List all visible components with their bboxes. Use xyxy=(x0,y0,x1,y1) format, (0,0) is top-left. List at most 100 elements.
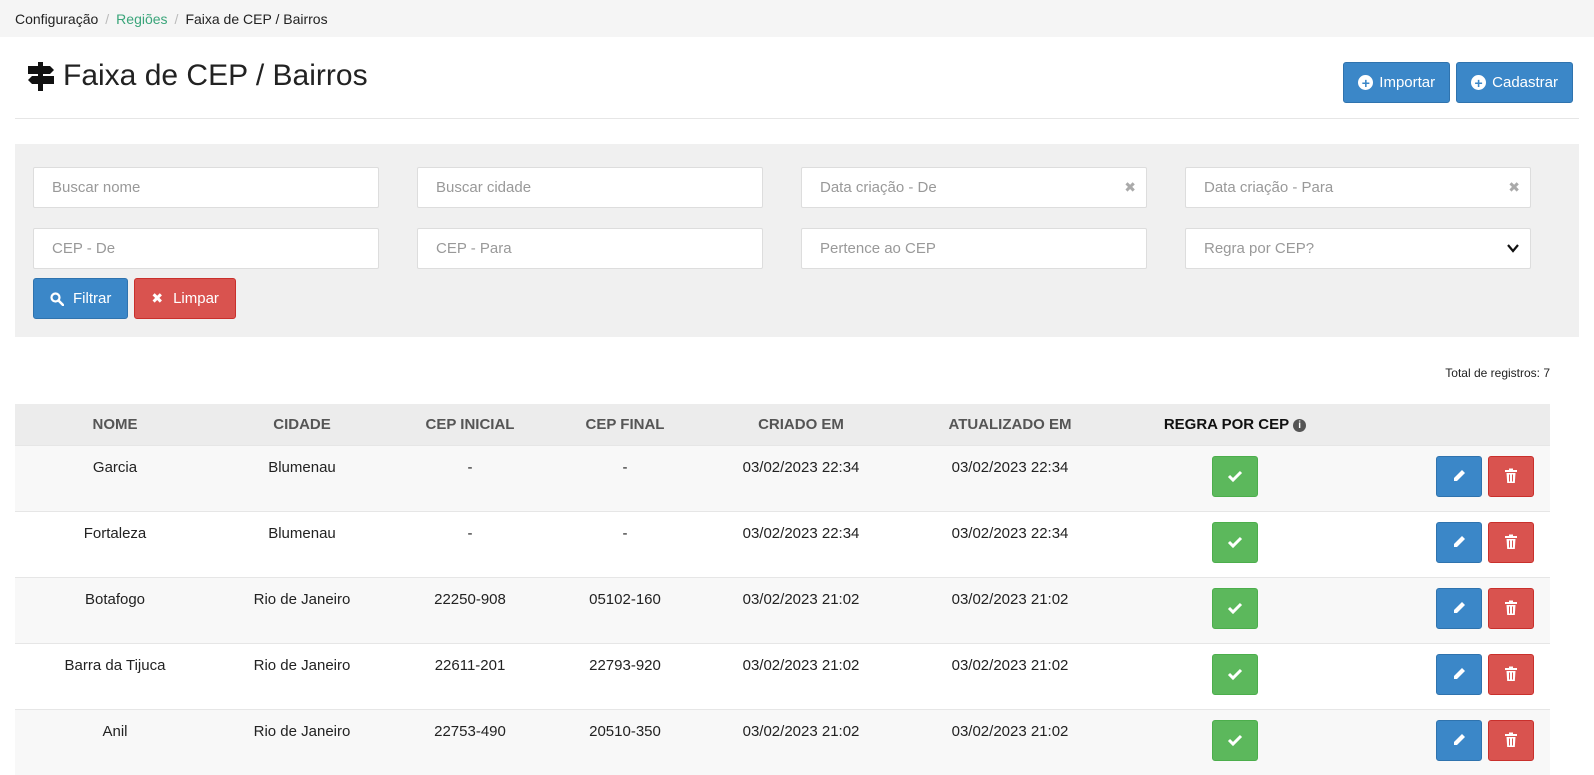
cep-from-placeholder: CEP - De xyxy=(52,240,116,257)
cell-regra xyxy=(1117,643,1353,709)
cell-cep-final: 22793-920 xyxy=(589,656,661,674)
cep-from-input[interactable]: CEP - De xyxy=(33,228,379,269)
column-header-regra-label: REGRA POR CEP xyxy=(1163,415,1290,433)
signpost-icon xyxy=(28,62,54,91)
rule-toggle-button[interactable] xyxy=(1212,587,1258,629)
plus-circle-icon: + xyxy=(1471,75,1487,90)
delete-button[interactable] xyxy=(1488,719,1534,761)
search-icon xyxy=(50,291,64,306)
date-to-input[interactable]: Data criação - Para ✖ xyxy=(1185,167,1531,208)
edit-button[interactable] xyxy=(1436,587,1482,629)
date-to-placeholder: Data criação - Para xyxy=(1204,179,1334,196)
cell-actions xyxy=(1353,577,1550,643)
column-header-cidade[interactable]: CIDADE xyxy=(215,404,389,445)
trash-icon xyxy=(1505,468,1517,483)
breadcrumb-separator: / xyxy=(105,10,110,27)
cep-to-placeholder: CEP - Para xyxy=(436,240,512,257)
pencil-icon xyxy=(1454,470,1465,481)
delete-button[interactable] xyxy=(1488,587,1534,629)
clear-button[interactable]: ✖ Limpar xyxy=(134,278,236,319)
trash-icon xyxy=(1505,600,1517,615)
import-button-label: Importar xyxy=(1379,74,1436,91)
column-header-cep-inicial[interactable]: CEP INICIAL xyxy=(389,404,551,445)
cell-nome: Garcia xyxy=(92,458,138,476)
column-header-nome[interactable]: NOME xyxy=(15,404,215,445)
belongs-cep-placeholder: Pertence ao CEP xyxy=(820,240,936,257)
total-records: Total de registros: 7 xyxy=(1445,366,1550,380)
filter-button-label: Filtrar xyxy=(73,290,112,307)
cep-to-input[interactable]: CEP - Para xyxy=(417,228,763,269)
cell-cep-inicial: 22250-908 xyxy=(434,590,506,608)
trash-icon xyxy=(1505,732,1517,747)
cell-cep-final: 05102-160 xyxy=(589,590,661,608)
column-header-actions xyxy=(1353,404,1550,445)
chevron-down-icon xyxy=(1507,244,1519,253)
breadcrumb-item-configuracao[interactable]: Configuração xyxy=(15,11,98,27)
search-name-input[interactable]: Buscar nome xyxy=(33,167,379,208)
rule-per-cep-select[interactable]: Regra por CEP? xyxy=(1185,228,1531,269)
edit-button[interactable] xyxy=(1436,653,1482,695)
page-title: Faixa de CEP / Bairros xyxy=(27,59,368,93)
filter-button[interactable]: Filtrar xyxy=(33,278,129,319)
filter-panel: Buscar nome Buscar cidade Data criação -… xyxy=(15,144,1579,337)
clear-button-label: Limpar xyxy=(173,290,219,307)
cell-criado-em: 03/02/2023 21:02 xyxy=(742,590,860,608)
breadcrumb: Configuração / Regiões / Faixa de CEP / … xyxy=(0,0,1594,37)
column-header-regra-por-cep: REGRA POR CEP i xyxy=(1117,404,1353,445)
records-table: NOME CIDADE CEP INICIAL CEP FINAL CRIADO… xyxy=(15,404,1550,775)
edit-button[interactable] xyxy=(1436,719,1482,761)
breadcrumb-separator: / xyxy=(174,10,179,27)
cell-actions xyxy=(1353,643,1550,709)
create-button-label: Cadastrar xyxy=(1492,74,1558,91)
cell-nome: Botafogo xyxy=(84,590,146,608)
search-name-placeholder: Buscar nome xyxy=(52,179,141,196)
cell-criado-em: 03/02/2023 22:34 xyxy=(742,458,860,476)
breadcrumb-item-regioes[interactable]: Regiões xyxy=(116,11,167,27)
rule-toggle-button[interactable] xyxy=(1212,455,1258,497)
cell-atualizado-em: 03/02/2023 21:02 xyxy=(951,722,1069,740)
breadcrumb-current: Faixa de CEP / Bairros xyxy=(185,10,328,27)
search-city-input[interactable]: Buscar cidade xyxy=(417,167,763,208)
cell-criado-em: 03/02/2023 21:02 xyxy=(742,656,860,674)
rule-per-cep-selected: Regra por CEP? xyxy=(1204,240,1315,257)
column-header-atualizado-em[interactable]: ATUALIZADO EM xyxy=(903,404,1117,445)
close-icon: ✖ xyxy=(151,290,164,306)
delete-button[interactable] xyxy=(1488,653,1534,695)
clear-date-from-icon[interactable]: ✖ xyxy=(1124,179,1136,196)
clear-date-to-icon[interactable]: ✖ xyxy=(1508,179,1520,196)
check-icon xyxy=(1227,536,1243,549)
cell-actions xyxy=(1353,709,1550,775)
delete-button[interactable] xyxy=(1488,521,1534,563)
rule-toggle-button[interactable] xyxy=(1212,653,1258,695)
belongs-cep-input[interactable]: Pertence ao CEP xyxy=(801,228,1147,269)
column-header-cep-final[interactable]: CEP FINAL xyxy=(551,404,699,445)
delete-button[interactable] xyxy=(1488,455,1534,497)
cell-atualizado-em: 03/02/2023 21:02 xyxy=(951,656,1069,674)
import-button[interactable]: + Importar xyxy=(1343,62,1451,103)
rule-toggle-button[interactable] xyxy=(1212,719,1258,761)
cell-cidade: Blumenau xyxy=(268,524,336,542)
cell-cidade: Blumenau xyxy=(268,458,336,476)
edit-button[interactable] xyxy=(1436,521,1482,563)
info-icon[interactable]: i xyxy=(1293,418,1307,432)
cell-atualizado-em: 03/02/2023 22:34 xyxy=(951,458,1069,476)
check-icon xyxy=(1227,734,1243,747)
date-from-input[interactable]: Data criação - De ✖ xyxy=(801,167,1147,208)
cell-cep-inicial: 22753-490 xyxy=(434,722,506,740)
column-header-criado-em[interactable]: CRIADO EM xyxy=(699,404,903,445)
cell-nome: Barra da Tijuca xyxy=(64,656,166,674)
table-row: Fortaleza Blumenau - - 03/02/2023 22:34 … xyxy=(15,511,1550,577)
cell-cep-final: - xyxy=(622,458,628,476)
date-from-placeholder: Data criação - De xyxy=(820,179,937,196)
edit-button[interactable] xyxy=(1436,455,1482,497)
cell-criado-em: 03/02/2023 22:34 xyxy=(742,524,860,542)
create-button[interactable]: + Cadastrar xyxy=(1456,62,1573,103)
table-row: Barra da Tijuca Rio de Janeiro 22611-201… xyxy=(15,643,1550,709)
cell-atualizado-em: 03/02/2023 21:02 xyxy=(951,590,1069,608)
cell-cep-inicial: - xyxy=(467,458,473,476)
table-row: Garcia Blumenau - - 03/02/2023 22:34 03/… xyxy=(15,445,1550,511)
cell-nome: Fortaleza xyxy=(83,524,147,542)
cell-criado-em: 03/02/2023 21:02 xyxy=(742,722,860,740)
check-icon xyxy=(1227,602,1243,615)
rule-toggle-button[interactable] xyxy=(1212,521,1258,563)
